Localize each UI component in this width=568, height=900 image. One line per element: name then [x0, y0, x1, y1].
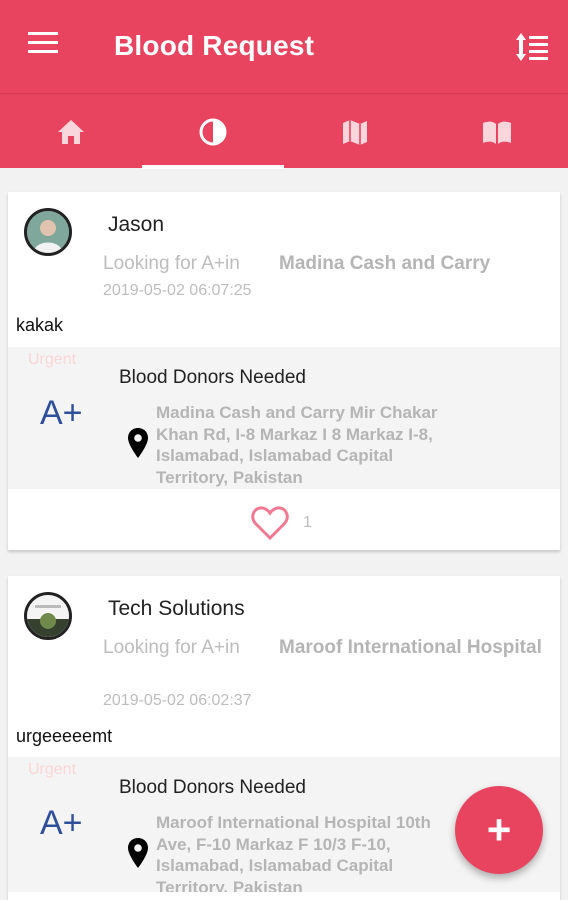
timestamp: 2019-05-02 06:02:37 — [103, 692, 252, 709]
looking-for-text: Looking for A+in — [103, 637, 240, 658]
map-icon — [343, 119, 367, 145]
avatar[interactable] — [24, 592, 72, 640]
tab-blood[interactable] — [142, 94, 284, 169]
post-note: kakak — [16, 315, 64, 335]
sort-icon[interactable] — [514, 30, 550, 64]
book-icon — [483, 121, 511, 144]
menu-icon[interactable] — [28, 32, 62, 58]
blood-group: A+ — [40, 804, 83, 842]
urgent-label: Urgent — [28, 351, 77, 368]
home-icon — [58, 119, 84, 144]
page-title: Blood Request — [114, 30, 315, 61]
like-count: 1 — [303, 514, 312, 531]
request-panel: Urgent A+ Blood Donors Needed Madina Cas… — [8, 347, 560, 489]
heart-icon[interactable] — [250, 504, 290, 542]
like-control[interactable]: 1 — [250, 504, 340, 544]
place-name: Maroof International Hospital — [279, 637, 542, 658]
post-card[interactable]: Jason Looking for A+in Madina Cash and C… — [8, 192, 560, 550]
urgent-label: Urgent — [28, 761, 77, 778]
address-text: Maroof International Hospital 10th Ave, … — [156, 813, 431, 892]
blood-drop-icon — [199, 118, 227, 145]
donors-needed-label: Blood Donors Needed — [119, 777, 306, 798]
tab-book[interactable] — [426, 94, 568, 169]
donors-needed-label: Blood Donors Needed — [119, 367, 306, 388]
location-pin-icon — [128, 838, 148, 868]
app-bar: Blood Request — [0, 0, 568, 93]
looking-for-text: Looking for A+in — [103, 253, 240, 274]
tab-map[interactable] — [284, 94, 426, 169]
avatar[interactable] — [24, 208, 72, 256]
tab-home[interactable] — [0, 94, 142, 169]
place-name: Madina Cash and Carry — [279, 253, 491, 274]
location-pin-icon — [128, 428, 148, 458]
blood-group: A+ — [40, 394, 83, 432]
post-note: urgeeeeemt — [16, 726, 113, 746]
address-text: Madina Cash and Carry Mir Chakar Khan Rd… — [156, 403, 438, 487]
plus-icon: + — [486, 806, 512, 853]
timestamp: 2019-05-02 06:07:25 — [103, 282, 252, 299]
poster-name: Tech Solutions — [108, 597, 245, 620]
poster-name: Jason — [108, 213, 165, 236]
add-request-button[interactable]: + — [455, 786, 543, 874]
tab-bar — [0, 93, 568, 169]
